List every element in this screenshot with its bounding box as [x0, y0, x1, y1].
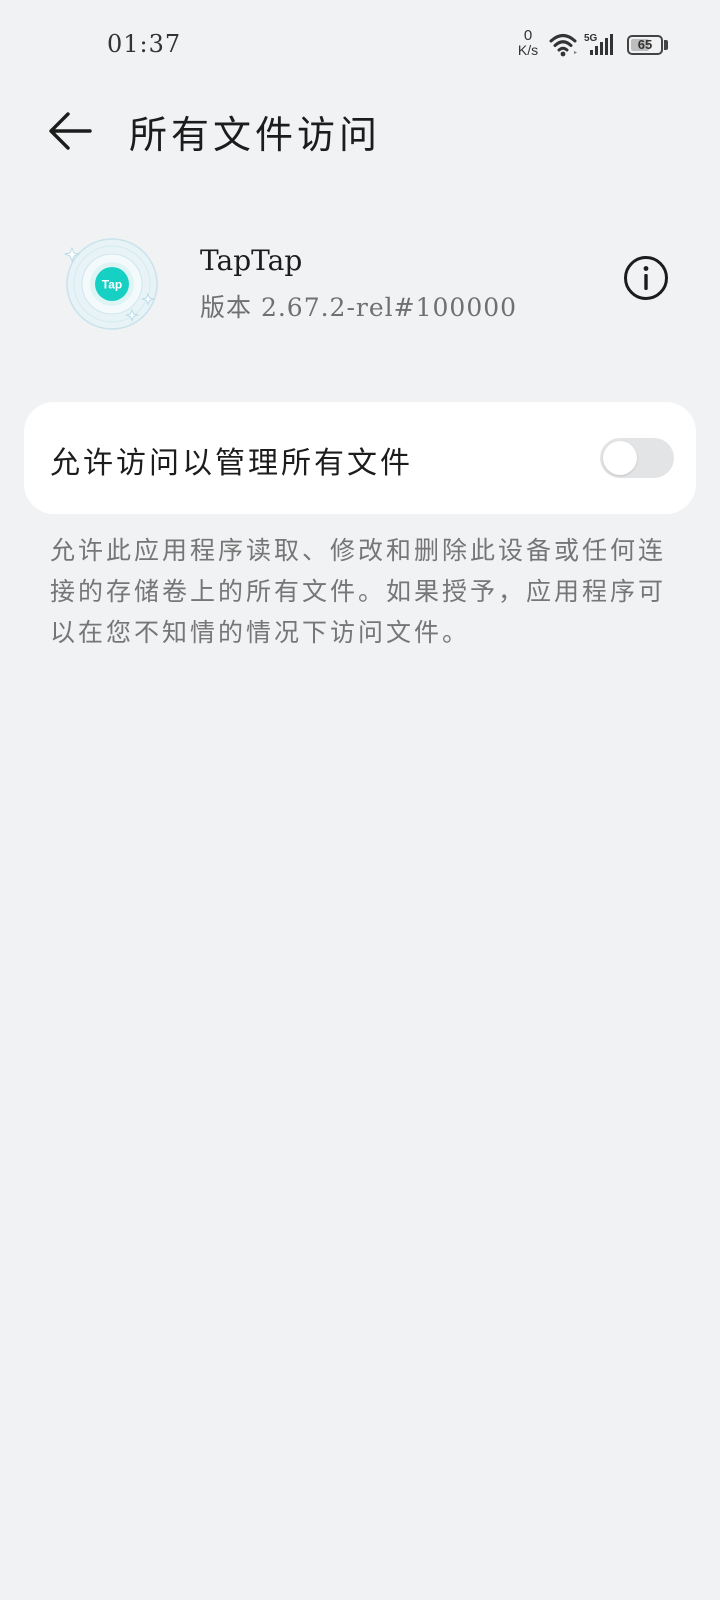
app-icon-text: Tap — [102, 278, 122, 292]
battery-tip — [664, 40, 668, 50]
app-version: 版本 2.67.2-rel#100000 — [200, 293, 518, 322]
taptap-app-icon: Tap — [63, 238, 158, 330]
permission-description: 允许此应用程序读取、修改和删除此设备或任何连接的存储卷上的所有文件。如果授予，应… — [50, 536, 667, 647]
network-speed-value: 0 — [523, 27, 533, 44]
network-speed-unit: K/s — [517, 42, 539, 58]
info-icon — [624, 256, 668, 300]
cellular-signal-icon: 5G — [584, 33, 613, 55]
manage-all-files-toggle[interactable] — [600, 438, 674, 478]
app-name: TapTap — [200, 244, 303, 277]
network-speed: 0 K/s — [513, 28, 543, 57]
app-info-button[interactable] — [623, 255, 669, 301]
permission-label: 允许访问以管理所有文件 — [50, 446, 413, 481]
app-bar: 所有文件访问 — [0, 90, 720, 170]
status-time: 01:37 — [107, 30, 182, 58]
battery-level: 65 — [637, 37, 653, 52]
app-info-row: Tap TapTap 版本 2.67.2-rel#100000 — [0, 220, 720, 340]
toggle-knob — [603, 441, 637, 475]
back-button[interactable] — [44, 108, 94, 154]
wifi-icon — [549, 34, 577, 57]
arrow-left-icon — [49, 112, 92, 150]
page-title: 所有文件访问 — [129, 113, 382, 157]
network-type-label: 5G — [584, 33, 598, 44]
status-bar: 01:37 0 K/s 5G 65 — [0, 0, 720, 90]
battery-icon: 65 — [627, 35, 663, 55]
permission-card: 允许访问以管理所有文件 — [24, 402, 696, 514]
